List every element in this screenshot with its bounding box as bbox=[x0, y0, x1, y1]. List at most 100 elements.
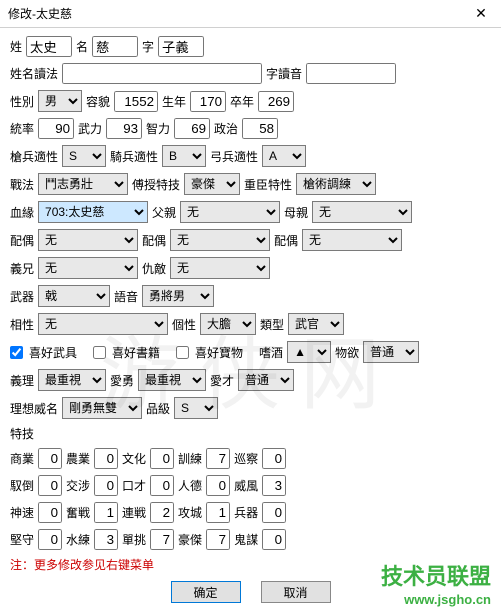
like-book-checkbox[interactable] bbox=[93, 346, 106, 359]
courtesy-label: 字 bbox=[142, 38, 154, 55]
s2-label: 水練 bbox=[66, 531, 90, 548]
pol-input[interactable] bbox=[242, 118, 278, 139]
tactic-select[interactable]: 鬥志勇壯 bbox=[38, 173, 128, 195]
weapon-select[interactable]: 戟 bbox=[38, 285, 110, 307]
courtesy-input[interactable] bbox=[158, 36, 204, 57]
rank-label: 品級 bbox=[146, 400, 170, 417]
s4-input[interactable] bbox=[206, 529, 230, 550]
int-input[interactable] bbox=[174, 118, 210, 139]
desire-label: 物欲 bbox=[335, 344, 359, 361]
courtesy-reading-input[interactable] bbox=[306, 63, 396, 84]
father-select[interactable]: 无 bbox=[180, 201, 280, 223]
s3-label: 單挑 bbox=[122, 531, 146, 548]
s2-input[interactable] bbox=[94, 448, 118, 469]
like-wu-checkbox[interactable] bbox=[10, 346, 23, 359]
gender-select[interactable]: 男 bbox=[38, 90, 82, 112]
voice-label: 語音 bbox=[114, 288, 138, 305]
wine-select[interactable]: ▲ bbox=[287, 341, 331, 363]
cancel-button[interactable]: 取消 bbox=[261, 581, 331, 603]
appearance-input[interactable] bbox=[114, 91, 158, 112]
s4-input[interactable] bbox=[206, 502, 230, 523]
s1-input[interactable] bbox=[38, 502, 62, 523]
war-input[interactable] bbox=[106, 118, 142, 139]
given-input[interactable] bbox=[92, 36, 138, 57]
ideal-select[interactable]: 剛勇無雙 bbox=[62, 397, 142, 419]
spouse3-label: 配偶 bbox=[274, 232, 298, 249]
teach-label: 傅授特技 bbox=[132, 176, 180, 193]
s1-input[interactable] bbox=[38, 475, 62, 496]
type-select[interactable]: 武官 bbox=[288, 313, 344, 335]
s2-label: 奮戦 bbox=[66, 504, 90, 521]
aiyong-select[interactable]: 最重視 bbox=[138, 369, 206, 391]
s5-input[interactable] bbox=[262, 502, 286, 523]
s5-input[interactable] bbox=[262, 529, 286, 550]
yili-select[interactable]: 最重視 bbox=[38, 369, 106, 391]
lead-input[interactable] bbox=[38, 118, 74, 139]
mother-label: 母親 bbox=[284, 204, 308, 221]
ok-button[interactable]: 确定 bbox=[171, 581, 241, 603]
row-basic: 性別 男 容貌 生年 卒年 bbox=[10, 90, 491, 112]
s5-input[interactable] bbox=[262, 448, 286, 469]
pol-label: 政治 bbox=[214, 120, 238, 137]
s1-input[interactable] bbox=[38, 448, 62, 469]
person-select[interactable]: 大膽 bbox=[200, 313, 256, 335]
row-name: 姓 名 字 bbox=[10, 36, 491, 57]
death-input[interactable] bbox=[258, 91, 294, 112]
s3-input[interactable] bbox=[150, 502, 174, 523]
rank-select[interactable]: S bbox=[174, 397, 218, 419]
voice-select[interactable]: 勇將男 bbox=[142, 285, 214, 307]
row-sworn: 義兄 无 仇敵 无 bbox=[10, 257, 491, 279]
s3-input[interactable] bbox=[150, 448, 174, 469]
s4-input[interactable] bbox=[206, 448, 230, 469]
spear-select[interactable]: S bbox=[62, 145, 106, 167]
s1-label: 馭倒 bbox=[10, 477, 34, 494]
aicai-select[interactable]: 普通 bbox=[238, 369, 294, 391]
enemy-label: 仇敵 bbox=[142, 260, 166, 277]
close-button[interactable]: ✕ bbox=[461, 0, 501, 27]
like-treasure-checkbox[interactable] bbox=[176, 346, 189, 359]
name-reading-input[interactable] bbox=[62, 63, 262, 84]
person-label: 個性 bbox=[172, 316, 196, 333]
s2-input[interactable] bbox=[94, 475, 118, 496]
desire-select[interactable]: 普通 bbox=[363, 341, 419, 363]
s1-input[interactable] bbox=[38, 529, 62, 550]
s4-label: 訓練 bbox=[178, 450, 202, 467]
gender-label: 性別 bbox=[10, 93, 34, 110]
s4-input[interactable] bbox=[206, 475, 230, 496]
s4-label: 攻城 bbox=[178, 504, 202, 521]
s3-label: 口才 bbox=[122, 477, 146, 494]
enemy-select[interactable]: 无 bbox=[170, 257, 270, 279]
teach-select[interactable]: 豪傑 bbox=[184, 173, 240, 195]
spouse3-select[interactable]: 无 bbox=[302, 229, 402, 251]
weapon-label: 武器 bbox=[10, 288, 34, 305]
spouse1-select[interactable]: 无 bbox=[38, 229, 138, 251]
spouse-label: 配偶 bbox=[10, 232, 34, 249]
cav-select[interactable]: B bbox=[162, 145, 206, 167]
spouse2-select[interactable]: 无 bbox=[170, 229, 270, 251]
sworn-label: 義兄 bbox=[10, 260, 34, 277]
s4-label: 豪傑 bbox=[178, 531, 202, 548]
heavy-select[interactable]: 槍術調練 bbox=[296, 173, 376, 195]
s5-input[interactable] bbox=[262, 475, 286, 496]
s5-label: 巡察 bbox=[234, 450, 258, 467]
birth-input[interactable] bbox=[190, 91, 226, 112]
s1-label: 商業 bbox=[10, 450, 34, 467]
bow-label: 弓兵適性 bbox=[210, 148, 258, 165]
mother-select[interactable]: 无 bbox=[312, 201, 412, 223]
s3-input[interactable] bbox=[150, 529, 174, 550]
affinity-select[interactable]: 无 bbox=[38, 313, 168, 335]
surname-label: 姓 bbox=[10, 38, 22, 55]
s2-input[interactable] bbox=[94, 529, 118, 550]
s3-input[interactable] bbox=[150, 475, 174, 496]
tactic-label: 戰法 bbox=[10, 176, 34, 193]
s3-label: 連戦 bbox=[122, 504, 146, 521]
bow-select[interactable]: A bbox=[262, 145, 306, 167]
lead-label: 統率 bbox=[10, 120, 34, 137]
blood-select[interactable]: 703:太史慈 bbox=[38, 201, 148, 223]
sworn-select[interactable]: 无 bbox=[38, 257, 138, 279]
window-title: 修改-太史慈 bbox=[8, 5, 72, 22]
surname-input[interactable] bbox=[26, 36, 72, 57]
s2-label: 農業 bbox=[66, 450, 90, 467]
s2-input[interactable] bbox=[94, 502, 118, 523]
aiyong-label: 愛勇 bbox=[110, 372, 134, 389]
